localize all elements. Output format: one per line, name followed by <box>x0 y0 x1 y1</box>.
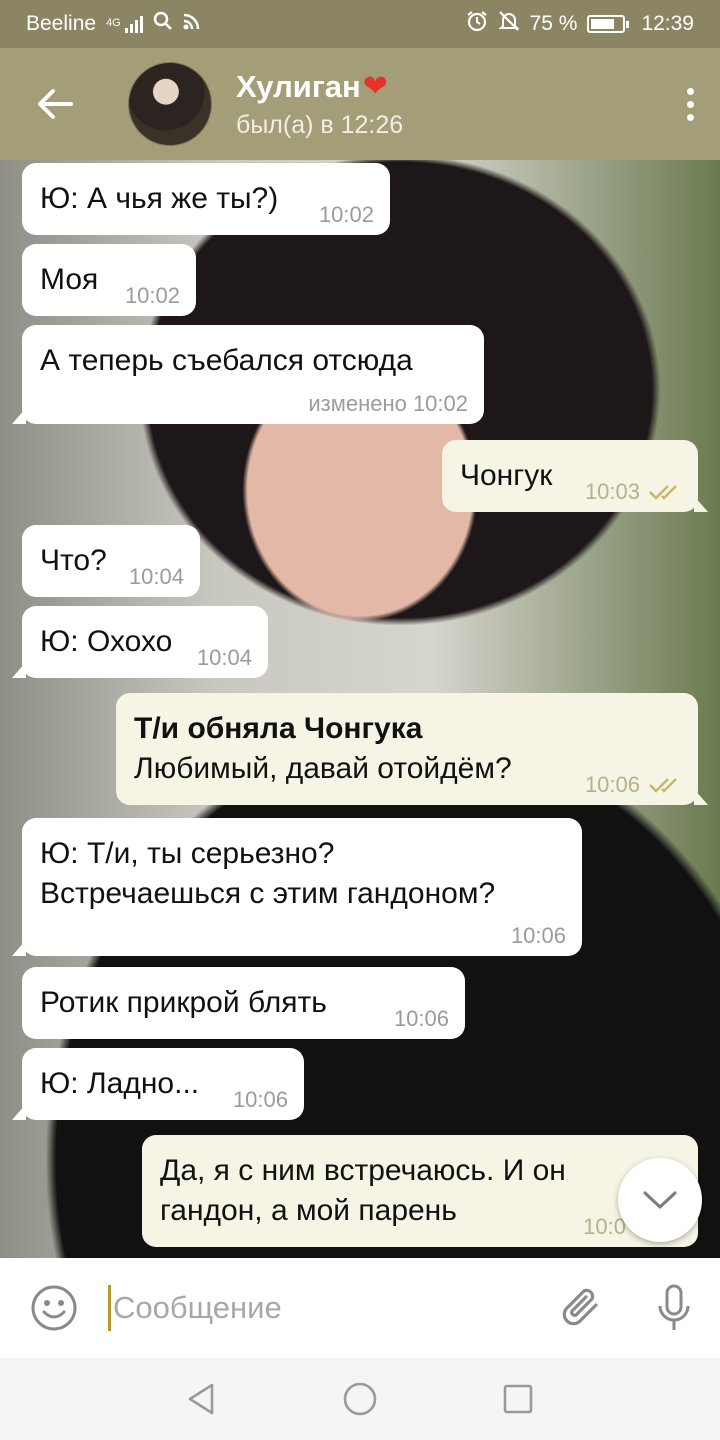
message-bubble[interactable]: Ю: Охохо 10:04 <box>12 606 268 678</box>
message-text: Ю: Ладно... <box>40 1067 200 1100</box>
message-time: 10:06 <box>393 1006 449 1031</box>
message-text: Что? <box>40 544 107 577</box>
message-input-bar: Сообщение <box>0 1258 720 1358</box>
chat-last-seen: был(а) в 12:26 <box>236 110 404 139</box>
battery-icon <box>587 15 630 33</box>
search-icon <box>153 11 173 37</box>
message-time: 10:06 <box>232 1087 288 1112</box>
message-time: 10:03 <box>585 480 682 504</box>
chat-header: Хулиган ❤ был(а) в 12:26 <box>0 48 720 160</box>
message-bubble[interactable]: А теперь съебался отсюда изменено 10:02 <box>12 325 484 424</box>
message-text: Ю: А чья же ты?) <box>40 182 279 215</box>
double-check-icon <box>649 778 677 793</box>
message-time: 10:06 <box>585 773 682 797</box>
message-bubble[interactable]: Моя 10:02 <box>22 244 196 316</box>
message-text-line: Да, я с ним встречаюсь. И он <box>160 1154 566 1187</box>
nav-home-button[interactable] <box>335 1374 385 1424</box>
message-text-line: Ю: Т/и, ты серьезно? <box>40 837 335 870</box>
status-bar: Beeline 4G 75 % 12:39 <box>0 0 720 48</box>
attach-icon <box>562 1288 598 1326</box>
message-bubble[interactable]: Ю: А чья же ты?) 10:02 <box>22 163 390 235</box>
signal-icon <box>124 15 143 33</box>
carrier-label: Beeline <box>26 12 97 35</box>
message-time: 10:04 <box>196 645 252 670</box>
status-right: 75 % 12:39 <box>466 10 694 38</box>
more-vertical-icon[interactable] <box>660 48 720 160</box>
message-time: изменено 10:02 <box>308 391 468 416</box>
network-label: 4G <box>106 17 121 29</box>
message-bubble-outgoing[interactable]: Чонгук 10:03 <box>442 440 708 512</box>
message-time: 10:02 <box>318 202 374 227</box>
microphone-icon <box>658 1284 690 1330</box>
battery-fill <box>591 19 614 29</box>
emoji-button[interactable] <box>0 1258 108 1358</box>
message-time-text: 10:03 <box>584 479 640 504</box>
message-bubble[interactable]: Что? 10:04 <box>22 525 200 597</box>
message-time-text: 10:06 <box>584 772 640 797</box>
battery-percent: 75 % <box>529 12 578 35</box>
message-time: 10:06 <box>510 923 566 948</box>
message-input[interactable]: Сообщение <box>108 1278 536 1338</box>
message-text: Ю: Охохо <box>40 625 173 658</box>
double-check-icon <box>649 485 677 500</box>
message-time: 10:02 <box>124 283 180 308</box>
status-left: Beeline 4G <box>26 11 201 37</box>
avatar[interactable] <box>128 62 212 146</box>
microphone-button[interactable] <box>628 1258 720 1358</box>
message-bubble-outgoing[interactable]: Т/и обняла Чонгука Любимый, давай отойдё… <box>116 693 708 805</box>
heart-icon: ❤ <box>362 69 388 103</box>
message-text: А теперь съебался отсюда <box>40 344 413 377</box>
text-cursor <box>108 1285 111 1331</box>
messages-area[interactable]: Ю: А чья же ты?) 10:02 Моя 10:02 А тепер… <box>0 160 720 1258</box>
cast-icon <box>183 12 201 36</box>
chat-name-text: Хулиган <box>236 68 361 104</box>
alarm-icon <box>466 10 488 38</box>
message-bubble-outgoing[interactable]: Да, я с ним встречаюсь. И он гандон, а м… <box>142 1135 698 1247</box>
back-arrow-icon <box>38 89 73 119</box>
emoji-icon <box>31 1285 77 1331</box>
home-circle-icon <box>343 1382 377 1416</box>
chevron-down-icon <box>643 1191 677 1209</box>
nav-back-button[interactable] <box>177 1374 227 1424</box>
back-triangle-icon <box>188 1383 214 1415</box>
nav-recents-button[interactable] <box>493 1374 543 1424</box>
recents-square-icon <box>503 1384 533 1414</box>
attach-button[interactable] <box>536 1258 628 1358</box>
scroll-down-button[interactable] <box>618 1158 702 1242</box>
system-nav-bar <box>0 1358 720 1440</box>
chat-info[interactable]: Хулиган ❤ был(а) в 12:26 <box>236 69 660 140</box>
message-time: 10:0 <box>583 1214 626 1239</box>
back-button[interactable] <box>0 48 110 160</box>
chat-name: Хулиган ❤ <box>236 69 660 105</box>
message-text: Ротик прикрой блять <box>40 986 327 1019</box>
mute-icon <box>498 10 520 38</box>
message-text: Моя <box>40 263 99 296</box>
message-placeholder: Сообщение <box>113 1290 282 1325</box>
message-action-text: Т/и обняла Чонгука <box>134 712 423 745</box>
message-bubble[interactable]: Ротик прикрой блять 10:06 <box>22 967 465 1039</box>
message-text: Чонгук <box>460 459 553 492</box>
message-time: 10:04 <box>128 564 184 589</box>
message-bubble[interactable]: Ю: Т/и, ты серьезно? Встречаешься с этим… <box>12 818 582 956</box>
clock: 12:39 <box>641 12 694 35</box>
message-bubble[interactable]: Ю: Ладно... 10:06 <box>12 1048 304 1120</box>
message-text-line: Встречаешься с этим гандоном? <box>40 877 496 910</box>
